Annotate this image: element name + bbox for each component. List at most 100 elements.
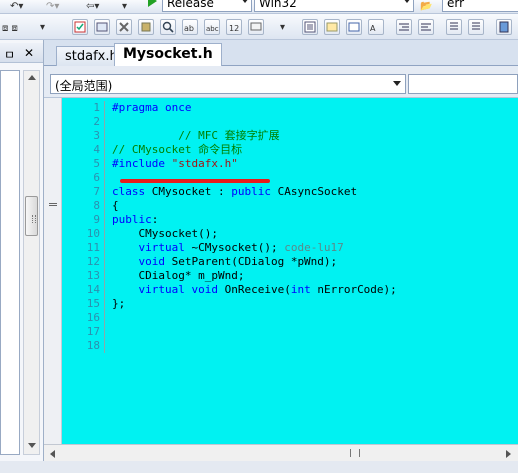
code-line[interactable]: 3 // MFC 套接字扩展: [62, 129, 518, 143]
scroll-up-icon[interactable]: [28, 75, 36, 80]
svg-text:A: A: [370, 24, 376, 33]
code-line[interactable]: 18: [62, 339, 518, 353]
parameter-info-icon[interactable]: [324, 19, 340, 35]
document-tabs: stdafx.h Mysocket.h: [44, 40, 518, 72]
code-text: };: [112, 297, 125, 311]
find-combo[interactable]: err: [442, 0, 518, 12]
svg-text:abc: abc: [206, 25, 219, 33]
scroll-left-icon[interactable]: [50, 450, 55, 458]
scope-select[interactable]: (全局范围): [50, 74, 406, 94]
scroll-right-icon[interactable]: [506, 450, 511, 458]
panel-header: ㅁ ✕: [0, 43, 43, 63]
navigate-back-icon[interactable]: ⇦▾: [86, 1, 99, 12]
line-number: 15: [86, 297, 100, 310]
start-debug-icon[interactable]: [148, 0, 157, 7]
editor-horizontal-scrollbar[interactable]: [44, 444, 518, 461]
outline-guide: [104, 325, 105, 339]
comment-out-icon[interactable]: [446, 19, 462, 35]
outline-guide: [104, 171, 105, 185]
code-area[interactable]: 1 #pragma once 2 3 // MFC 套接字扩展 4// CMysocke…: [62, 98, 518, 444]
bookmark-icon[interactable]: [496, 19, 512, 35]
close-icon[interactable]: ✕: [24, 46, 34, 60]
line-number: 4: [93, 143, 100, 156]
tools-icon[interactable]: [116, 19, 132, 35]
code-token: SetParent(CDialog *pWnd);: [171, 255, 338, 268]
line-number: 8: [93, 199, 100, 212]
indent-icon[interactable]: [418, 19, 434, 35]
tab-mysocket-h[interactable]: Mysocket.h: [114, 43, 222, 67]
code-line[interactable]: 2: [62, 115, 518, 129]
toolbar-overflow-icon[interactable]: ▾: [122, 1, 127, 12]
scrollbar-thumb[interactable]: [25, 196, 38, 236]
code-token: CMysocket();: [112, 227, 218, 240]
code-token: nErrorCode);: [317, 283, 397, 296]
code-line[interactable]: 1 #pragma once: [62, 101, 518, 115]
scope-value: (全局范围): [55, 79, 113, 93]
code-line[interactable]: 9 public:: [62, 213, 518, 227]
replace-icon[interactable]: ab: [182, 19, 198, 35]
outdent-icon[interactable]: [396, 19, 412, 35]
code-text: CDialog* m_pWnd;: [112, 269, 244, 283]
svg-text:ab: ab: [184, 24, 194, 33]
line-number: 3: [93, 129, 100, 142]
code-token: // MFC 套接字扩展: [112, 129, 280, 142]
scroll-down-icon[interactable]: [28, 443, 36, 448]
code-line[interactable]: 10 CMysocket();: [62, 227, 518, 241]
code-line[interactable]: 4 // CMysocket 命令目标: [62, 143, 518, 157]
code-text: public:: [112, 213, 158, 227]
quick-info-icon[interactable]: [346, 19, 362, 35]
outline-guide: [104, 255, 105, 269]
window-icon[interactable]: [94, 19, 110, 35]
find-combo-value: err: [447, 0, 465, 10]
find-in-files-icon[interactable]: 📂: [420, 1, 432, 12]
checklist-icon[interactable]: [72, 19, 88, 35]
code-line[interactable]: 7 class CMysocket : public CAsyncSocket: [62, 185, 518, 199]
member-list-icon[interactable]: [302, 19, 318, 35]
code-text: #pragma once: [112, 101, 191, 115]
outline-guide: [104, 115, 105, 129]
split-marker-icon: [49, 203, 57, 206]
code-text: virtual ~CMysocket(); code-lu17: [112, 241, 343, 255]
class-view-icon[interactable]: [138, 19, 154, 35]
line-number: 5: [93, 157, 100, 170]
spell-check-icon[interactable]: abc: [204, 19, 220, 35]
member-select[interactable]: [408, 74, 518, 94]
code-line[interactable]: 11 virtual ~CMysocket(); code-lu17: [62, 241, 518, 255]
code-line[interactable]: 13 CDialog* m_pWnd;: [62, 269, 518, 283]
line-number: 1: [93, 101, 100, 114]
code-line[interactable]: 12 void SetParent(CDialog *pWnd);: [62, 255, 518, 269]
pin-icon[interactable]: ㅁ: [4, 46, 15, 63]
ide-window: ↶▾ ↷▾ ⇦▾ ▾ Release Win32 📂 err ⧈ ⧈ ▾ ab …: [0, 0, 518, 473]
uncomment-icon[interactable]: [468, 19, 484, 35]
redo-icon[interactable]: ↷▾: [46, 1, 59, 12]
find-icon[interactable]: [160, 19, 176, 35]
comment-icon[interactable]: [248, 19, 264, 35]
code-line[interactable]: 14 virtual void OnReceive(int nErrorCode…: [62, 283, 518, 297]
code-line[interactable]: 8{: [62, 199, 518, 213]
code-token: OnReceive(: [224, 283, 291, 296]
code-token: };: [112, 297, 126, 310]
complete-word-icon[interactable]: A: [368, 19, 384, 35]
toolbar-overflow-icon[interactable]: ▾: [280, 22, 285, 33]
code-token: #pragma once: [112, 101, 192, 114]
code-line[interactable]: 17: [62, 325, 518, 339]
solution-platform-select[interactable]: Win32: [254, 0, 414, 12]
outline-guide: [104, 339, 105, 353]
word-count-icon[interactable]: 12: [226, 19, 242, 35]
undo-icon[interactable]: ↶▾: [10, 1, 23, 12]
grip-icon: [32, 215, 36, 223]
code-line[interactable]: 15};: [62, 297, 518, 311]
solution-config-value: Release: [167, 0, 214, 10]
code-text: class CMysocket : public CAsyncSocket: [112, 185, 357, 199]
code-line[interactable]: 16: [62, 311, 518, 325]
svg-text:12: 12: [229, 24, 239, 33]
solution-config-select[interactable]: Release: [162, 0, 252, 12]
panel-vertical-scrollbar[interactable]: [23, 70, 40, 455]
outline-guide: [104, 157, 105, 171]
toolbar-overflow-icon[interactable]: ▾: [40, 22, 45, 33]
code-token: {: [112, 199, 119, 212]
panel-content: [0, 70, 20, 455]
code-line[interactable]: 5 #include "stdafx.h": [62, 157, 518, 171]
grip-icon[interactable]: [350, 449, 360, 457]
code-editor[interactable]: 1 #pragma once 2 3 // MFC 套接字扩展 4// CMysocke…: [44, 98, 518, 444]
